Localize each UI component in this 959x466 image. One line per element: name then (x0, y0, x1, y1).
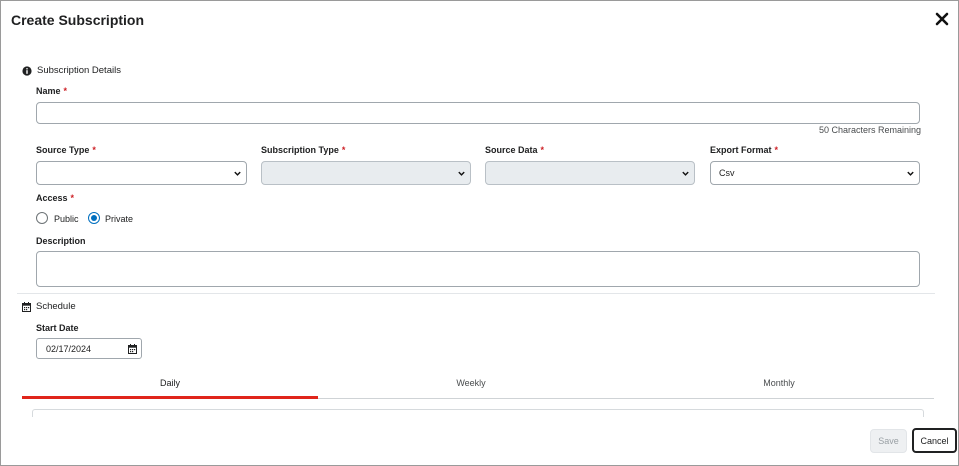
required-marker: * (540, 145, 545, 155)
subscription-details-heading: Subscription Details (22, 65, 121, 76)
chevron-down-icon (458, 171, 465, 176)
start-date-value: 02/17/2024 (46, 343, 92, 354)
export-format-value: Csv (719, 168, 735, 178)
chevron-down-icon (907, 171, 914, 176)
access-public-radio[interactable] (36, 212, 48, 224)
access-public-label[interactable]: Public (54, 214, 79, 224)
chevron-down-icon (682, 171, 689, 176)
dialog-title: Create Subscription (11, 12, 145, 28)
info-icon (22, 65, 32, 76)
required-marker: * (63, 86, 68, 96)
source-data-label: Source Data * (485, 145, 545, 155)
subscription-details-title: Subscription Details (37, 65, 121, 76)
name-label: Name * (36, 86, 68, 96)
active-tab-indicator (22, 396, 318, 399)
source-type-select[interactable] (36, 161, 247, 185)
start-date-input[interactable]: 02/17/2024 (36, 338, 142, 359)
section-divider (17, 293, 935, 294)
schedule-heading: Schedule (22, 301, 76, 312)
export-format-select[interactable]: Csv (710, 161, 920, 185)
access-private-label[interactable]: Private (105, 214, 133, 224)
export-format-label: Export Format * (710, 145, 779, 155)
tab-panel (32, 409, 924, 417)
required-marker: * (341, 145, 346, 155)
cancel-button[interactable]: Cancel (912, 428, 957, 453)
description-textarea[interactable] (36, 251, 920, 287)
tab-daily[interactable]: Daily (22, 378, 318, 388)
calendar-icon (22, 301, 31, 312)
required-marker: * (70, 193, 75, 203)
save-button[interactable]: Save (870, 429, 907, 453)
description-label: Description (36, 236, 86, 246)
schedule-title: Schedule (36, 301, 76, 312)
start-date-label: Start Date (36, 323, 79, 333)
calendar-picker-icon[interactable] (128, 344, 137, 354)
name-input[interactable] (36, 102, 920, 124)
source-data-select[interactable] (485, 161, 695, 185)
access-private-radio[interactable] (88, 212, 100, 224)
name-characters-remaining: 50 Characters Remaining (819, 125, 922, 135)
subscription-type-label: Subscription Type * (261, 145, 346, 155)
tab-weekly[interactable]: Weekly (321, 378, 621, 388)
access-label: Access * (36, 193, 75, 203)
required-marker: * (92, 145, 96, 155)
required-marker: * (774, 145, 779, 155)
tab-monthly[interactable]: Monthly (626, 378, 932, 388)
create-subscription-dialog: Create Subscription Subscription Details… (0, 0, 959, 466)
source-type-label: Source Type * (36, 145, 96, 155)
close-icon[interactable] (935, 12, 951, 28)
subscription-type-select[interactable] (261, 161, 471, 185)
chevron-down-icon (234, 171, 241, 176)
